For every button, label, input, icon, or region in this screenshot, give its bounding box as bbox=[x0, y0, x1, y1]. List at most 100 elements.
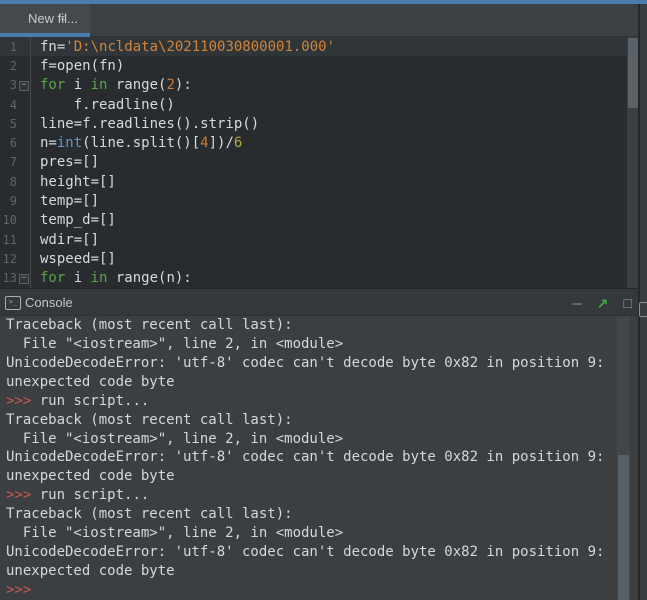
code-lines: 1 fn='D:\ncldata\202110030800001.000' 2 f=o… bbox=[0, 37, 640, 288]
terminal-icon: >_ bbox=[5, 296, 21, 310]
code-text: height=[] bbox=[31, 174, 116, 190]
console-line: unexpected code byte bbox=[0, 467, 640, 486]
line-number: 7 bbox=[0, 155, 17, 169]
tab-new-file[interactable]: New fil... × bbox=[0, 4, 90, 37]
fold-icon[interactable]: − bbox=[19, 81, 29, 91]
fold-area bbox=[17, 249, 30, 268]
gutter: 13− bbox=[0, 269, 31, 288]
console-line: unexpected code byte bbox=[0, 562, 640, 581]
tab-close-icon[interactable]: × bbox=[59, 11, 66, 25]
fold-area: − bbox=[17, 76, 30, 95]
console-line: unexpected code byte bbox=[0, 373, 640, 392]
line-number: 12 bbox=[0, 252, 17, 266]
editor-tab-bar: New fil... × bbox=[0, 4, 640, 37]
console-output[interactable]: Traceback (most recent call last): File … bbox=[0, 316, 640, 600]
maximize-icon[interactable]: □ bbox=[624, 296, 632, 310]
code-text: wdir=[] bbox=[31, 232, 99, 248]
code-text: fn='D:\ncldata\202110030800001.000' bbox=[31, 39, 335, 55]
code-line[interactable]: 2 f=open(fn) bbox=[0, 56, 640, 75]
console-line: >>> run script... bbox=[0, 486, 640, 505]
console-scrollbar-thumb[interactable] bbox=[618, 455, 629, 600]
console-line: >>> run script... bbox=[0, 392, 640, 411]
console-header-actions: ─ ↗ □ bbox=[573, 289, 632, 317]
console-line: File "<iostream>", line 2, in <module> bbox=[0, 430, 640, 449]
top-accent-bar bbox=[0, 0, 647, 4]
gutter: 9 bbox=[0, 191, 31, 210]
right-panel-strip bbox=[638, 4, 647, 600]
line-number: 10 bbox=[0, 213, 17, 227]
code-line[interactable]: 4 f.readline() bbox=[0, 95, 640, 114]
gutter: 5 bbox=[0, 114, 31, 133]
gutter: 7 bbox=[0, 153, 31, 172]
code-line[interactable]: 1 fn='D:\ncldata\202110030800001.000' bbox=[0, 37, 640, 56]
line-number: 1 bbox=[0, 40, 17, 54]
code-text: line=f.readlines().strip() bbox=[31, 116, 259, 132]
gutter: 2 bbox=[0, 56, 31, 75]
line-number: 8 bbox=[0, 175, 17, 189]
fold-area bbox=[17, 133, 30, 152]
line-number: 4 bbox=[0, 98, 17, 112]
gutter: 8 bbox=[0, 172, 31, 191]
code-text: pres=[] bbox=[31, 154, 99, 170]
gutter: 1 bbox=[0, 37, 31, 56]
fold-icon[interactable]: − bbox=[19, 274, 29, 284]
console-line: UnicodeDecodeError: 'utf-8' codec can't … bbox=[0, 448, 640, 467]
console-line: UnicodeDecodeError: 'utf-8' codec can't … bbox=[0, 543, 640, 562]
fold-area bbox=[17, 37, 30, 56]
code-text: for i in range(n): bbox=[31, 270, 192, 286]
fold-area bbox=[17, 230, 30, 249]
fold-area bbox=[17, 191, 30, 210]
code-text: f=open(fn) bbox=[31, 58, 124, 74]
console-header: >_ Console ─ ↗ □ bbox=[0, 288, 640, 316]
console-line: >>> bbox=[0, 581, 640, 600]
code-text: n=int(line.split()[4])/6 bbox=[31, 135, 242, 151]
gutter: 11 bbox=[0, 230, 31, 249]
line-number: 11 bbox=[0, 233, 17, 247]
line-number: 5 bbox=[0, 117, 17, 131]
code-line[interactable]: 5 line=f.readlines().strip() bbox=[0, 114, 640, 133]
console-lines: Traceback (most recent call last): File … bbox=[0, 316, 640, 600]
side-tool-icon[interactable] bbox=[639, 302, 647, 317]
code-text: wspeed=[] bbox=[31, 251, 116, 267]
restore-window-icon[interactable]: ↗ bbox=[597, 296, 609, 310]
line-number: 13 bbox=[0, 271, 17, 285]
prompt-text: >>> bbox=[6, 393, 31, 409]
code-line[interactable]: 12 wspeed=[] bbox=[0, 249, 640, 268]
fold-area bbox=[17, 95, 30, 114]
fold-area bbox=[17, 153, 30, 172]
gutter: 4 bbox=[0, 95, 31, 114]
console-scrollbar[interactable] bbox=[617, 316, 630, 600]
line-number: 2 bbox=[0, 59, 17, 73]
fold-area bbox=[17, 56, 30, 75]
fold-area bbox=[17, 114, 30, 133]
code-line[interactable]: 6 n=int(line.split()[4])/6 bbox=[0, 133, 640, 152]
console-title: Console bbox=[25, 295, 73, 310]
prompt-text: >>> bbox=[6, 582, 31, 598]
code-line[interactable]: 9 temp=[] bbox=[0, 191, 640, 210]
fold-area: − bbox=[17, 269, 30, 288]
code-text: f.readline() bbox=[31, 97, 175, 113]
prompt-text: >>> bbox=[6, 487, 31, 503]
code-line[interactable]: 3−for i in range(2): bbox=[0, 76, 640, 95]
code-line[interactable]: 13−for i in range(n): bbox=[0, 269, 640, 288]
code-text: for i in range(2): bbox=[31, 77, 192, 93]
console-line: Traceback (most recent call last): bbox=[0, 316, 640, 335]
code-editor[interactable]: 1 fn='D:\ncldata\202110030800001.000' 2 f=o… bbox=[0, 37, 640, 288]
code-text: temp=[] bbox=[31, 193, 99, 209]
tab-label: New fil... bbox=[28, 11, 78, 26]
line-number: 3 bbox=[0, 78, 17, 92]
minimize-icon[interactable]: ─ bbox=[573, 297, 582, 310]
main-column: New fil... × 1 fn='D:\ncldata\20211003080… bbox=[0, 4, 640, 600]
gutter: 12 bbox=[0, 249, 31, 268]
line-number: 6 bbox=[0, 136, 17, 150]
line-number: 9 bbox=[0, 194, 17, 208]
console-line: File "<iostream>", line 2, in <module> bbox=[0, 524, 640, 543]
code-line[interactable]: 7 pres=[] bbox=[0, 153, 640, 172]
code-line[interactable]: 10temp_d=[] bbox=[0, 211, 640, 230]
fold-area bbox=[17, 172, 30, 191]
console-line: File "<iostream>", line 2, in <module> bbox=[0, 335, 640, 354]
gutter: 3− bbox=[0, 76, 31, 95]
code-line[interactable]: 11 wdir=[] bbox=[0, 230, 640, 249]
gutter: 10 bbox=[0, 211, 31, 230]
code-line[interactable]: 8 height=[] bbox=[0, 172, 640, 191]
